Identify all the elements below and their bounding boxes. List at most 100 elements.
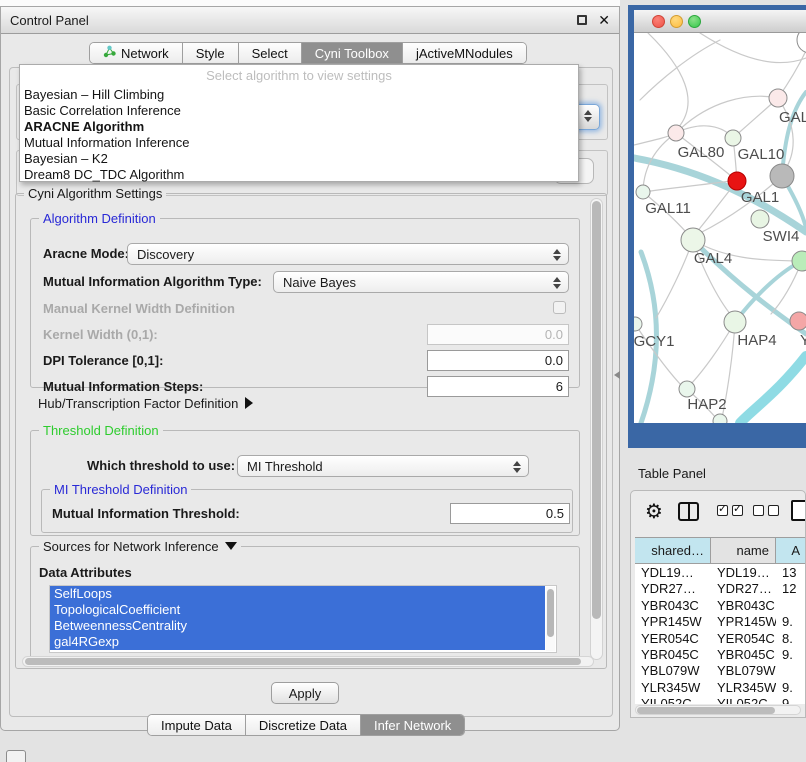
mi-threshold-input[interactable]: 0.5: [450, 503, 570, 524]
tab-jactivemnodules[interactable]: jActiveMNodules: [403, 43, 526, 63]
aracne-mode-select[interactable]: Discovery: [127, 243, 569, 265]
network-node[interactable]: [728, 172, 746, 190]
dpi-tolerance-label: DPI Tolerance [0,1]:: [43, 353, 163, 368]
network-edge: [648, 33, 688, 128]
column-header-a[interactable]: A: [776, 538, 806, 563]
network-node[interactable]: [724, 311, 746, 333]
tab-network[interactable]: Network: [90, 43, 183, 63]
threshold-definition-title: Threshold Definition: [39, 423, 163, 438]
network-node-label: GAL10: [738, 146, 785, 163]
tab-infer-network[interactable]: Infer Network: [361, 715, 464, 735]
network-node[interactable]: [725, 130, 741, 146]
network-node-label: GCY1: [634, 333, 674, 350]
close-traffic-light-icon[interactable]: [652, 15, 665, 28]
table-cell: YPR145W: [635, 613, 711, 629]
kernel-width-input[interactable]: 0.0: [427, 324, 569, 345]
manual-kernel-width-checkbox[interactable]: [553, 301, 566, 314]
settings-horizontal-scrollbar[interactable]: [22, 656, 594, 667]
table-header-row: shared…nameA: [635, 537, 806, 564]
minimize-traffic-light-icon[interactable]: [670, 15, 683, 28]
algorithm-option-bayesian-k2[interactable]: Bayesian – K2: [22, 151, 576, 167]
table-cell: YER054C: [635, 630, 711, 646]
table-row[interactable]: YLR345WYLR345W9.: [635, 679, 806, 695]
export-table-icon[interactable]: [791, 500, 806, 521]
network-node-label: GAL80: [678, 144, 725, 161]
table-cell: 8.: [776, 630, 806, 646]
attribute-item-betweennesscentrality[interactable]: BetweennessCentrality: [50, 618, 545, 634]
network-node[interactable]: [634, 317, 642, 331]
gear-icon[interactable]: ⚙: [645, 499, 663, 525]
network-node[interactable]: [681, 228, 705, 252]
table-row[interactable]: YPR145WYPR145W9.: [635, 613, 806, 629]
zoom-traffic-light-icon[interactable]: [688, 15, 701, 28]
scrollbar-thumb[interactable]: [637, 707, 775, 714]
network-node[interactable]: [713, 414, 727, 423]
panel-collapse-arrow-icon[interactable]: [614, 371, 620, 379]
table-row[interactable]: YDR27…YDR27…12: [635, 580, 806, 596]
deselect-all-checkbox-icon[interactable]: [768, 505, 779, 516]
table-cell: YDL19…: [635, 564, 711, 580]
network-edge: [676, 126, 733, 138]
table-row[interactable]: YBR043CYBR043C: [635, 597, 806, 613]
table-horizontal-scrollbar[interactable]: [635, 705, 801, 715]
float-window-icon[interactable]: [577, 15, 587, 25]
which-threshold-label: Which threshold to use:: [87, 458, 235, 473]
scrollbar-thumb[interactable]: [25, 658, 581, 665]
network-edge: [656, 240, 693, 318]
table-cell: [776, 662, 806, 678]
deselect-all-checkbox-icon[interactable]: [753, 505, 764, 516]
attribute-item-gal4rgexp[interactable]: gal4RGexp: [50, 634, 545, 650]
attribute-item-topologicalcoefficient[interactable]: TopologicalCoefficient: [50, 602, 545, 618]
split-pane-icon[interactable]: [678, 502, 699, 521]
tab-label: Style: [196, 46, 225, 61]
collapsed-arrow-icon: [245, 397, 253, 409]
tab-impute-data[interactable]: Impute Data: [148, 715, 246, 735]
network-node[interactable]: [679, 381, 695, 397]
mi-algorithm-type-select[interactable]: Naive Bayes: [273, 271, 569, 293]
table-row[interactable]: YBL079WYBL079W: [635, 662, 806, 678]
network-node[interactable]: [769, 89, 787, 107]
network-node[interactable]: [668, 125, 684, 141]
scrollbar-thumb[interactable]: [547, 589, 554, 637]
settings-group-title: Cyni Algorithm Settings: [24, 186, 166, 201]
data-attributes-list[interactable]: SelfLoopsTopologicalCoefficientBetweenne…: [49, 585, 557, 653]
tab-style[interactable]: Style: [183, 43, 239, 63]
network-node[interactable]: [790, 312, 806, 330]
algorithm-option-bayesian-hill-climbing[interactable]: Bayesian – Hill Climbing: [22, 87, 576, 103]
tab-cyni-toolbox[interactable]: Cyni Toolbox: [302, 43, 403, 63]
attributes-scrollbar[interactable]: [546, 587, 555, 651]
algorithm-option-basic-correlation-inference[interactable]: Basic Correlation Inference: [22, 103, 576, 119]
dpi-tolerance-input[interactable]: 0.0: [427, 350, 569, 371]
settings-vertical-scrollbar[interactable]: [590, 198, 603, 660]
attribute-item-selfloops[interactable]: SelfLoops: [50, 586, 545, 602]
stepper-icon: [553, 248, 562, 262]
network-node[interactable]: [792, 251, 806, 271]
apply-button[interactable]: Apply: [271, 682, 339, 704]
which-threshold-select[interactable]: MI Threshold: [237, 455, 529, 477]
algorithm-options-list: Bayesian – Hill ClimbingBasic Correlatio…: [22, 87, 576, 183]
select-all-checkbox-icon[interactable]: ✓: [732, 505, 743, 516]
table-row[interactable]: YDL19…YDL19…13: [635, 564, 806, 580]
network-node[interactable]: [751, 210, 769, 228]
algorithm-option-dream8-dc-tdc-algorithm[interactable]: Dream8 DC_TDC Algorithm: [22, 167, 576, 183]
table-row[interactable]: YBR045CYBR045C9.: [635, 646, 806, 662]
network-node[interactable]: [770, 164, 794, 188]
tab-select[interactable]: Select: [239, 43, 302, 63]
table-row[interactable]: YIL052CYIL052C9: [635, 695, 806, 704]
network-node[interactable]: [636, 185, 650, 199]
sources-group-toggle[interactable]: Sources for Network Inference: [39, 539, 241, 554]
column-header-name[interactable]: name: [711, 538, 776, 563]
mi-steps-input[interactable]: 6: [427, 376, 569, 397]
hub-tf-definition-toggle[interactable]: Hub/Transcription Factor Definition: [38, 396, 253, 411]
table-row[interactable]: YER054CYER054C8.: [635, 630, 806, 646]
network-node[interactable]: [797, 33, 806, 53]
close-icon[interactable]: [598, 15, 610, 25]
network-graph[interactable]: GALGAL80GAL10GAL1GAL11SWI4GAL4GCY1HAP4YH…: [634, 33, 806, 423]
select-all-checkbox-icon[interactable]: ✓: [717, 505, 728, 516]
scrollbar-thumb[interactable]: [592, 201, 601, 619]
algorithm-option-aracne-algorithm[interactable]: ARACNE Algorithm: [22, 119, 576, 135]
minimized-palette-icon[interactable]: [6, 750, 26, 762]
column-header-shared[interactable]: shared…: [635, 538, 711, 563]
algorithm-option-mutual-information-inference[interactable]: Mutual Information Inference: [22, 135, 576, 151]
tab-discretize-data[interactable]: Discretize Data: [246, 715, 361, 735]
